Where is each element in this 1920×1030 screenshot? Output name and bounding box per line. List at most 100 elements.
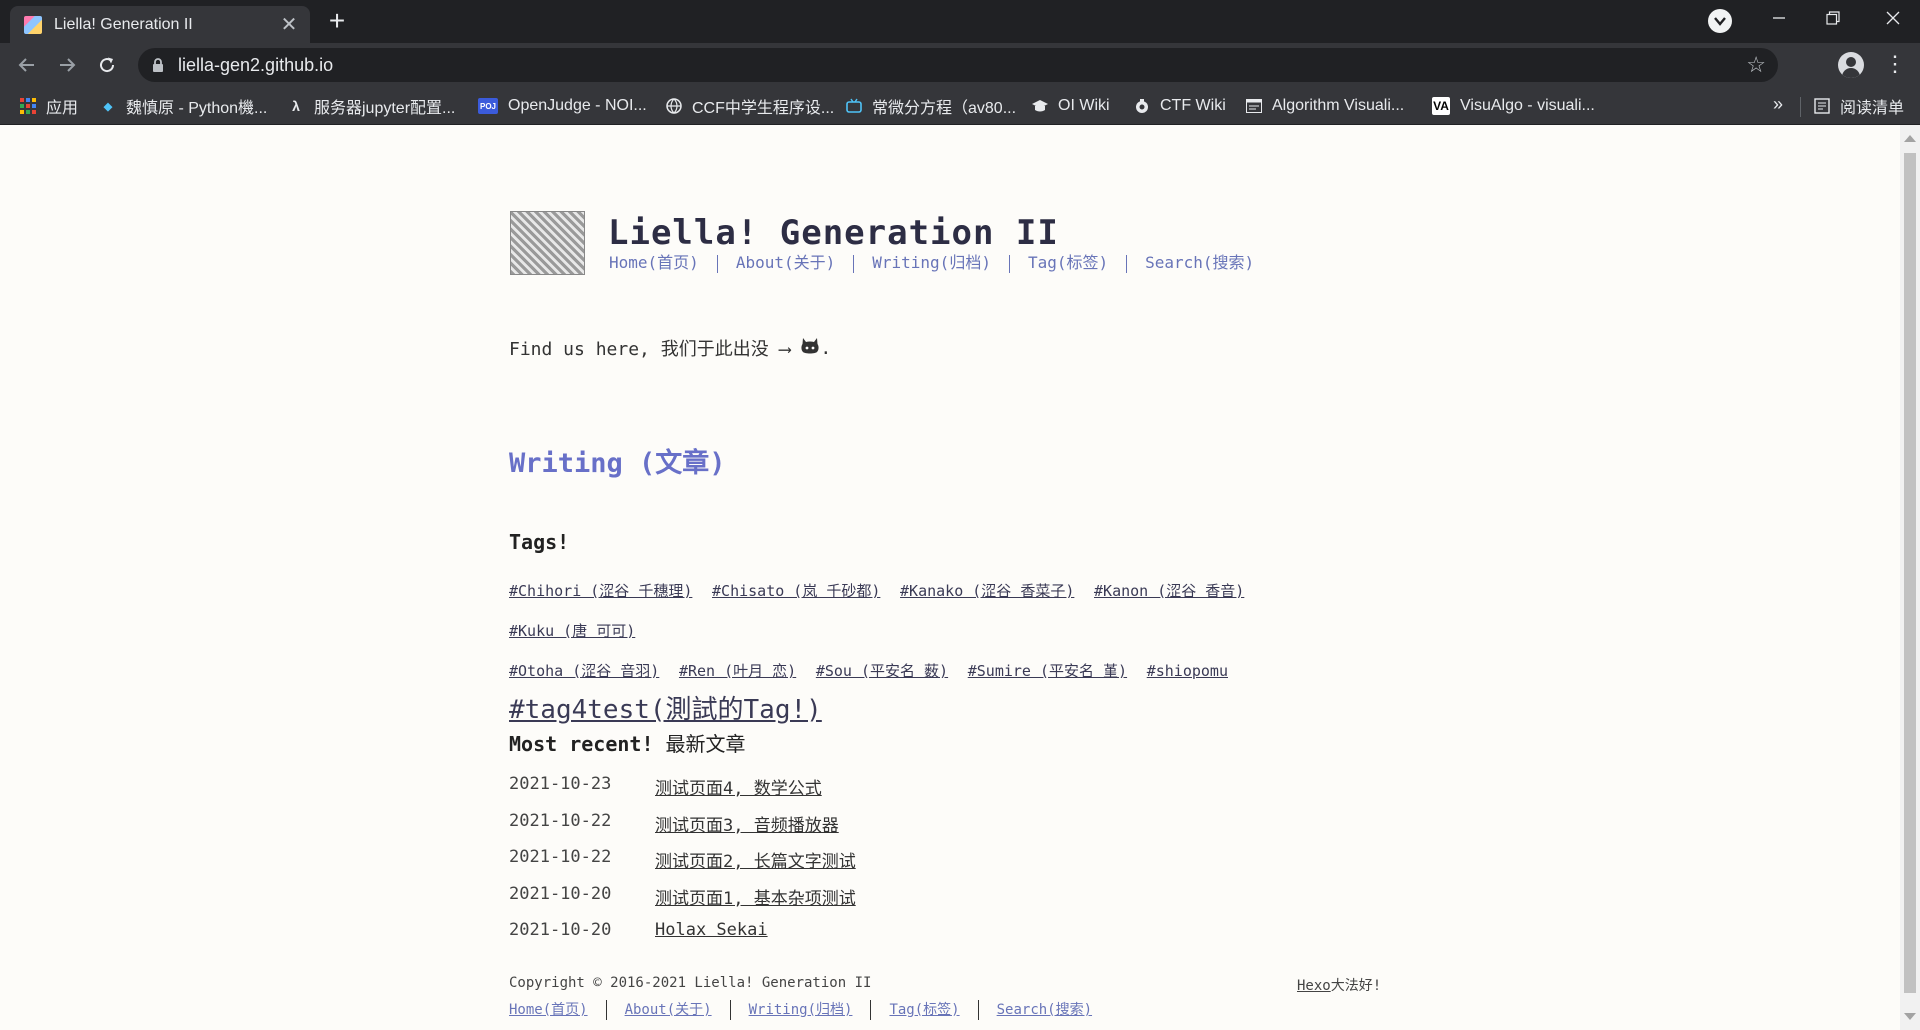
reload-icon[interactable]	[94, 52, 120, 78]
reading-list-icon	[1814, 98, 1830, 114]
more-bookmarks-icon[interactable]: »	[1773, 94, 1783, 115]
footer-nav: Home(首页) About(关于) Writing(归档) Tag(标签) Searc…	[509, 999, 1092, 1020]
close-tab-icon[interactable]: ✕	[278, 12, 300, 37]
bookmark-label: 魏慎原 - Python機...	[126, 100, 268, 117]
visualgo-icon: VA	[1432, 97, 1450, 115]
bookmark-item[interactable]: 常微分方程（av80...	[846, 95, 1016, 117]
profile-avatar-icon[interactable]	[1838, 52, 1864, 78]
site-favicon-icon	[24, 15, 42, 34]
bookmark-item[interactable]: VA VisuAlgo - visuali...	[1432, 95, 1595, 117]
tag-link[interactable]: #Sumire (平安名 堇)	[968, 662, 1127, 680]
nav-search[interactable]: Search(搜索)	[1145, 253, 1254, 272]
minimize-window-icon[interactable]	[1752, 0, 1806, 40]
browser-menu-icon[interactable]: ⋮	[1884, 52, 1906, 78]
page-scrollbar[interactable]	[1900, 125, 1920, 1030]
new-tab-button[interactable]: +	[322, 6, 352, 36]
site-nav: Home(首页) About(关于) Writing(归档) Tag(标签) Searc…	[609, 249, 1254, 273]
apps-grid-icon	[20, 98, 36, 114]
tag-link[interactable]: #Otoha (涩谷 音羽)	[509, 662, 659, 680]
tag-link[interactable]: #Kanako (涩谷 香菜子)	[900, 582, 1074, 600]
tag-link[interactable]: #tag4test(測試的Tag!)	[509, 695, 822, 725]
browser-tab-active[interactable]: Liella! Generation II ✕	[10, 6, 310, 43]
address-bar[interactable]: liella-gen2.github.io ☆	[138, 48, 1778, 82]
scroll-down-arrow-icon[interactable]	[1904, 1013, 1916, 1020]
recent-heading-cn: 最新文章	[665, 732, 746, 756]
nav-tag[interactable]: Tag(标签)	[1028, 253, 1108, 272]
bookmark-label: 应用	[46, 100, 79, 117]
browser-titlebar: Liella! Generation II ✕ +	[0, 0, 1920, 43]
site-title[interactable]: Liella! Generation II	[608, 213, 1059, 253]
nav-divider	[1126, 254, 1128, 273]
bookmark-item[interactable]: CCF中学生程序设...	[666, 95, 834, 117]
url-text[interactable]: liella-gen2.github.io	[178, 55, 333, 76]
bookmark-label: 常微分方程（av80...	[872, 100, 1017, 117]
bookmark-item[interactable]: Algorithm Visuali...	[1246, 95, 1404, 117]
nav-home[interactable]: Home(首页)	[609, 253, 699, 272]
tag-link[interactable]: #Kanon (涩谷 香音)	[1094, 582, 1244, 600]
lock-icon[interactable]	[152, 58, 164, 77]
bookmark-item[interactable]: λ 服务器jupyter配置...	[288, 95, 455, 117]
tag-link[interactable]: #Sou (平安名 薮)	[816, 662, 948, 680]
tag-link[interactable]: #Ren (叶月 恋)	[679, 662, 796, 680]
post-link[interactable]: 测试页面4, 数学公式	[655, 774, 822, 799]
recent-heading: Most recent! 最新文章	[509, 728, 746, 757]
bookmark-label: 服务器jupyter配置...	[314, 100, 456, 117]
tag-link[interactable]: #Chisato (岚 千砂都)	[712, 582, 880, 600]
bookmarks-divider	[1800, 97, 1801, 117]
find-us-period: .	[820, 337, 832, 359]
page-content: Liella! Generation II Home(首页) About(关于) W…	[0, 125, 1900, 1030]
tag-link[interactable]: #Chihori (涩谷 千穗理)	[509, 582, 692, 600]
bookmark-item[interactable]: POJ OpenJudge - NOI...	[478, 95, 647, 117]
footer-nav-writing[interactable]: Writing(归档)	[749, 1002, 853, 1018]
footer-nav-divider	[729, 1000, 731, 1020]
poj-icon: POJ	[478, 98, 498, 114]
tag-link[interactable]: #shiopomu	[1147, 662, 1228, 680]
close-window-icon[interactable]	[1866, 0, 1920, 40]
github-icon[interactable]	[800, 337, 820, 360]
back-arrow-icon[interactable]	[14, 52, 40, 78]
bookmark-item[interactable]: 应用	[20, 95, 78, 117]
tab-title: Liella! Generation II	[54, 15, 193, 33]
nav-writing[interactable]: Writing(归档)	[872, 253, 991, 272]
reading-list-button[interactable]: 阅读清单	[1814, 95, 1904, 117]
ctf-icon	[1134, 98, 1150, 114]
copyright-text: Copyright © 2016-2021 Liella! Generation…	[509, 975, 872, 991]
nav-about[interactable]: About(关于)	[736, 253, 835, 272]
hexo-link[interactable]: Hexo	[1297, 978, 1331, 994]
footer-nav-home[interactable]: Home(首页)	[509, 1002, 588, 1018]
bookmark-item[interactable]: ◆ 魏慎原 - Python機...	[100, 95, 268, 117]
recent-heading-text: Most recent!	[509, 732, 654, 756]
restore-window-icon[interactable]	[1806, 0, 1860, 40]
bookmark-item[interactable]: OI Wiki	[1032, 95, 1110, 117]
window-icon	[1246, 98, 1262, 114]
writing-heading[interactable]: Writing (文章)	[509, 441, 726, 480]
tag-cloud: #Chihori (涩谷 千穗理) #Chisato (岚 千砂都) #Kana…	[509, 571, 1389, 732]
bookmark-label: OpenJudge - NOI...	[508, 97, 647, 114]
reading-list-label: 阅读清单	[1840, 100, 1905, 117]
bookmark-item[interactable]: CTF Wiki	[1134, 95, 1226, 117]
bird-icon: ◆	[103, 100, 113, 113]
find-us-text: Find us here, 我们于此出没 ⟶	[509, 339, 791, 360]
post-date: 2021-10-22	[509, 810, 612, 831]
post-link[interactable]: 测试页面3, 音频播放器	[655, 811, 839, 836]
hexo-credit: Hexo大法好!	[1297, 975, 1381, 995]
scrollbar-thumb[interactable]	[1904, 153, 1916, 993]
hexo-suffix: 大法好!	[1330, 978, 1382, 994]
footer-nav-about[interactable]: About(关于)	[625, 1002, 712, 1018]
scroll-up-arrow-icon[interactable]	[1904, 135, 1916, 142]
tags-heading: Tags!	[509, 530, 570, 554]
footer-nav-divider	[870, 1000, 872, 1020]
bookmark-star-icon[interactable]: ☆	[1746, 52, 1766, 78]
graduation-cap-icon	[1032, 98, 1048, 114]
forward-arrow-icon[interactable]	[54, 52, 80, 78]
site-logo[interactable]	[510, 211, 585, 275]
post-link[interactable]: 测试页面1, 基本杂项测试	[655, 884, 856, 909]
footer-nav-tag[interactable]: Tag(标签)	[889, 1002, 959, 1018]
post-link[interactable]: 测试页面2, 长篇文字测试	[655, 847, 856, 872]
tab-search-icon[interactable]	[1708, 9, 1732, 33]
post-link[interactable]: Holax Sekai	[655, 920, 768, 940]
nav-divider	[1008, 254, 1010, 273]
footer-nav-divider	[605, 1000, 607, 1020]
tag-link[interactable]: #Kuku (唐 可可)	[509, 622, 635, 640]
footer-nav-search[interactable]: Search(搜索)	[997, 1002, 1092, 1018]
